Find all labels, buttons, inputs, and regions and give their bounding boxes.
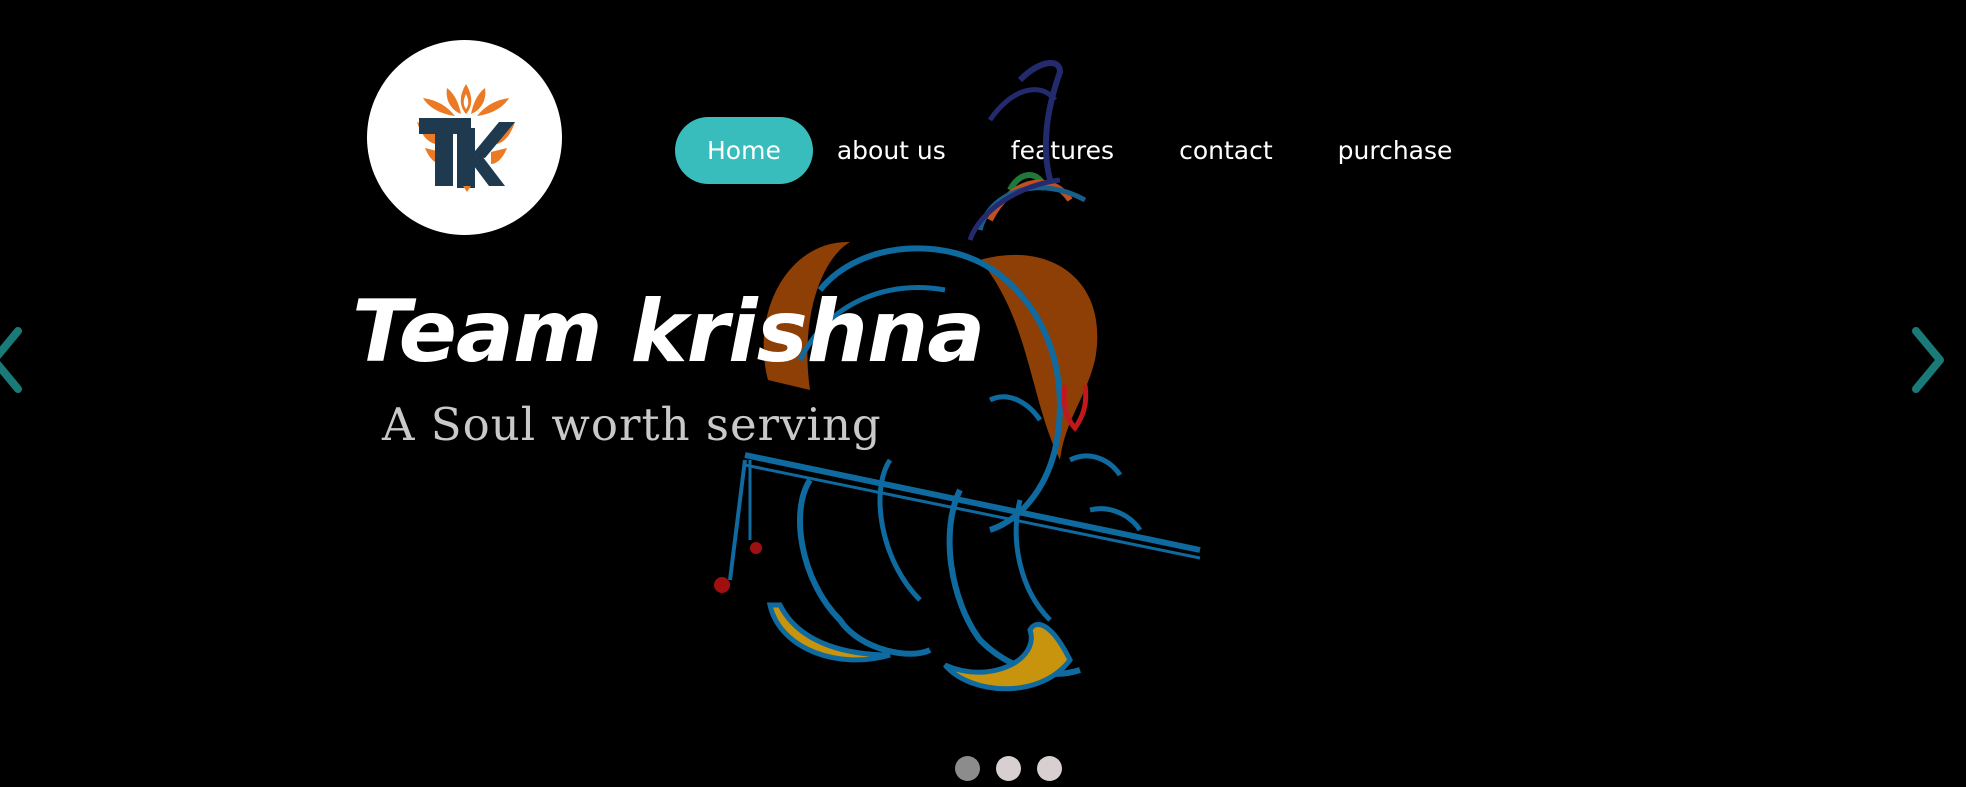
carousel-dot-1[interactable] — [955, 756, 980, 781]
tk-lotus-logo-icon — [417, 84, 515, 192]
carousel-dot-3[interactable] — [1037, 756, 1062, 781]
hero-title: Team krishna — [352, 282, 985, 382]
nav-purchase[interactable]: purchase — [1314, 117, 1477, 184]
logo[interactable] — [367, 40, 562, 235]
hero-subtitle: A Soul worth serving — [382, 398, 882, 451]
chevron-left-icon[interactable] — [0, 325, 26, 395]
carousel-dot-2[interactable] — [996, 756, 1021, 781]
chevron-right-icon[interactable] — [1908, 325, 1948, 395]
carousel-indicators — [955, 756, 1078, 781]
